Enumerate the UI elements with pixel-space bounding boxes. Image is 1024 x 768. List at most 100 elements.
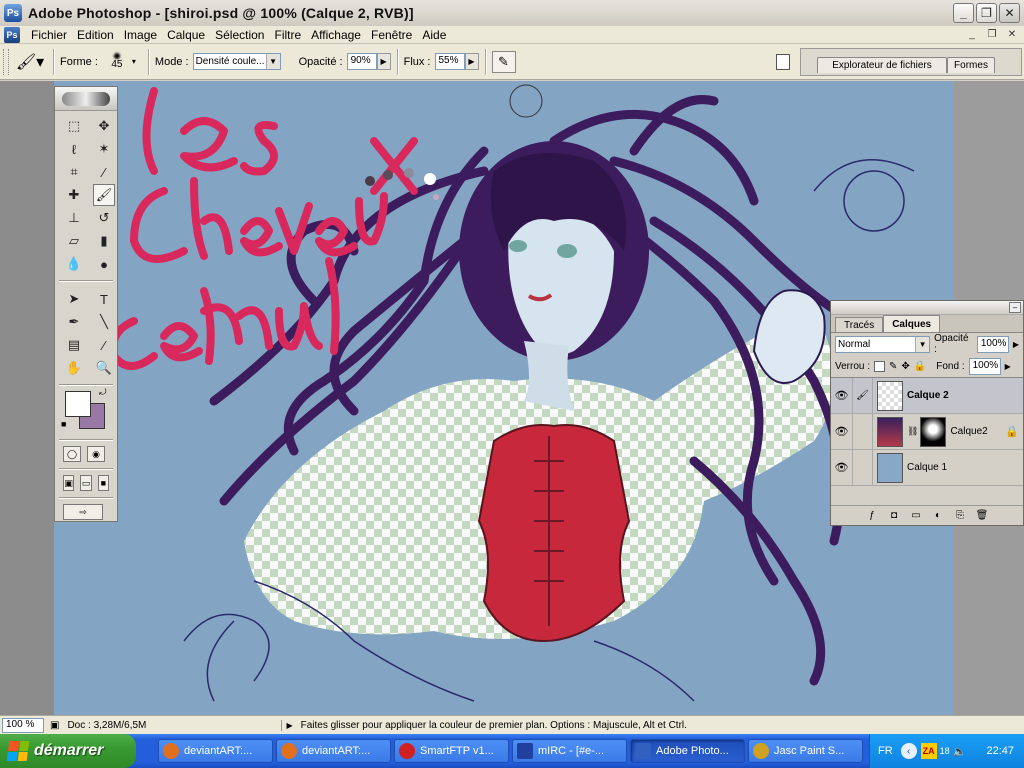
menu-selection[interactable]: Sélection xyxy=(210,26,269,44)
menu-aide[interactable]: Aide xyxy=(417,26,451,44)
airbrush-icon[interactable]: ✎ xyxy=(491,50,516,73)
opacite-slider-button[interactable]: ▶ xyxy=(376,53,391,70)
doc-minimize-button[interactable]: _ xyxy=(964,27,980,42)
flux-slider-button[interactable]: ▶ xyxy=(464,53,479,70)
notes-tool-icon[interactable]: ▤ xyxy=(63,334,85,356)
fond-input[interactable]: 100% xyxy=(968,357,1001,375)
task-deviantart-1[interactable]: deviantART:... xyxy=(158,739,273,763)
line-tool-icon[interactable]: ╲ xyxy=(93,311,115,333)
brush-tool-icon[interactable]: 🖌 xyxy=(93,184,115,206)
link-cell[interactable] xyxy=(853,413,873,450)
toolbox-header[interactable] xyxy=(55,87,117,111)
document-icon[interactable]: Ps xyxy=(4,26,20,43)
doc-restore-button[interactable]: ❐ xyxy=(984,27,1000,42)
lock-position-icon[interactable]: ✥ xyxy=(901,361,909,372)
eye-icon[interactable]: 👁 xyxy=(831,413,853,450)
palette-well-icon[interactable] xyxy=(776,54,790,70)
add-mask-icon[interactable]: ◘ xyxy=(887,510,901,522)
task-photoshop[interactable]: Adobe Photo... xyxy=(630,739,745,763)
standard-mode-button[interactable]: ◯ xyxy=(63,446,81,462)
menu-affichage[interactable]: Affichage xyxy=(306,26,366,44)
zonealarm-icon[interactable]: ZA xyxy=(920,743,937,759)
tray-badge[interactable]: 18 xyxy=(940,746,950,756)
fond-arrow-icon[interactable]: ▶ xyxy=(1005,362,1011,371)
standard-screen-button[interactable]: ▣ xyxy=(63,475,75,491)
history-brush-tool-icon[interactable]: ↺ xyxy=(93,207,115,229)
tab-calques[interactable]: Calques xyxy=(883,315,941,332)
stamp-tool-icon[interactable]: ⊥ xyxy=(63,207,85,229)
brush-tool-preset-icon[interactable]: 🖌▾ xyxy=(13,50,47,74)
lock-all-icon[interactable]: 🔒 xyxy=(914,361,926,372)
hand-tool-icon[interactable]: ✋ xyxy=(63,357,85,379)
brush-preview[interactable]: 45 xyxy=(102,47,132,77)
task-mirc[interactable]: mIRC - [#e-... xyxy=(512,739,627,763)
menu-edition[interactable]: Edition xyxy=(72,26,119,44)
minimize-button[interactable]: _ xyxy=(953,3,974,23)
blend-mode-select[interactable]: Normal ▼ xyxy=(835,335,931,353)
lock-transparency-checkbox[interactable] xyxy=(874,360,886,372)
foreground-color-swatch[interactable] xyxy=(65,391,91,417)
menu-calque[interactable]: Calque xyxy=(162,26,210,44)
task-jasc[interactable]: Jasc Paint S... xyxy=(748,739,863,763)
zoom-tool-icon[interactable]: 🔍 xyxy=(93,357,115,379)
pen-tool-icon[interactable]: ✒ xyxy=(63,311,85,333)
eyedropper-tool-icon[interactable]: ⁄ xyxy=(93,334,115,356)
new-set-icon[interactable]: ▭ xyxy=(909,510,923,522)
document-canvas[interactable] xyxy=(54,81,954,715)
eye-icon[interactable]: 👁 xyxy=(831,377,853,414)
gradient-tool-icon[interactable]: ▮ xyxy=(93,230,115,252)
magic-wand-tool-icon[interactable]: ✶ xyxy=(93,138,115,160)
tab-formes[interactable]: Formes xyxy=(947,57,995,73)
healing-brush-tool-icon[interactable]: ✚ xyxy=(63,184,85,206)
full-screen-button[interactable]: ■ xyxy=(97,475,109,491)
menu-image[interactable]: Image xyxy=(119,26,162,44)
layer-style-icon[interactable]: ƒ xyxy=(865,510,879,522)
menu-fichier[interactable]: Fichier xyxy=(26,26,72,44)
adjustment-layer-icon[interactable]: ◐ xyxy=(931,510,945,522)
language-indicator[interactable]: FR xyxy=(878,745,893,757)
task-deviantart-2[interactable]: deviantART:... xyxy=(276,739,391,763)
doc-close-button[interactable]: ✕ xyxy=(1004,27,1020,42)
type-tool-icon[interactable]: T xyxy=(93,288,115,310)
lasso-tool-icon[interactable]: ℓ xyxy=(63,138,85,160)
task-smartftp[interactable]: SmartFTP v1... xyxy=(394,739,509,763)
move-tool-icon[interactable]: ✥ xyxy=(93,115,115,137)
options-grip[interactable] xyxy=(3,48,9,75)
marquee-tool-icon[interactable]: ⬚ xyxy=(63,115,85,137)
path-selection-tool-icon[interactable]: ➤ xyxy=(63,288,85,310)
layer-opacite-input[interactable]: 100% xyxy=(976,335,1009,353)
swap-colors-icon[interactable]: ⤾ xyxy=(99,387,107,398)
restore-button[interactable]: ❐ xyxy=(976,3,997,23)
blur-tool-icon[interactable]: 💧 xyxy=(63,253,85,275)
layer-row[interactable]: 👁 Calque 1 xyxy=(831,449,1023,486)
opacite-arrow-icon[interactable]: ▶ xyxy=(1013,340,1019,349)
zoom-input[interactable]: 100 % xyxy=(2,717,44,733)
tab-traces[interactable]: Tracés xyxy=(835,317,884,332)
jump-to-imageready-button[interactable]: ⇨ xyxy=(63,504,103,520)
close-button[interactable]: ✕ xyxy=(999,3,1020,23)
lock-pixels-icon[interactable]: ✎ xyxy=(889,361,897,372)
link-cell[interactable] xyxy=(853,449,873,486)
speaker-icon[interactable]: 🔈 xyxy=(953,745,967,758)
trash-icon[interactable]: 🗑 xyxy=(975,510,989,522)
layer-row[interactable]: 👁 ⛓ Calque2 🔒 xyxy=(831,413,1023,450)
quick-mask-button[interactable]: ◉ xyxy=(87,446,105,462)
dodge-tool-icon[interactable]: ● xyxy=(93,253,115,275)
layer-row[interactable]: 👁 🖌 Calque 2 xyxy=(831,377,1023,414)
full-screen-menu-button[interactable]: ▭ xyxy=(80,475,92,491)
status-arrow-icon[interactable]: ▶ xyxy=(286,721,292,730)
menu-filtre[interactable]: Filtre xyxy=(269,26,306,44)
menu-fenetre[interactable]: Fenêtre xyxy=(366,26,417,44)
eraser-tool-icon[interactable]: ▱ xyxy=(63,230,85,252)
new-layer-icon[interactable]: ⎘ xyxy=(953,510,967,522)
start-button[interactable]: démarrer xyxy=(0,734,136,768)
crop-tool-icon[interactable]: ⌗ xyxy=(63,161,85,183)
eye-icon[interactable]: 👁 xyxy=(831,449,853,486)
flux-input[interactable]: 55% xyxy=(434,53,465,70)
doc-size[interactable]: Doc : 3,28M/6,5M xyxy=(67,719,283,731)
chain-link-icon[interactable]: ⛓ xyxy=(907,426,918,437)
slice-tool-icon[interactable]: ⁄ xyxy=(93,161,115,183)
brush-indicator-icon[interactable]: 🖌 xyxy=(853,377,873,414)
clock[interactable]: 22:47 xyxy=(986,745,1014,757)
photoshop-icon[interactable]: Ps xyxy=(4,4,22,22)
